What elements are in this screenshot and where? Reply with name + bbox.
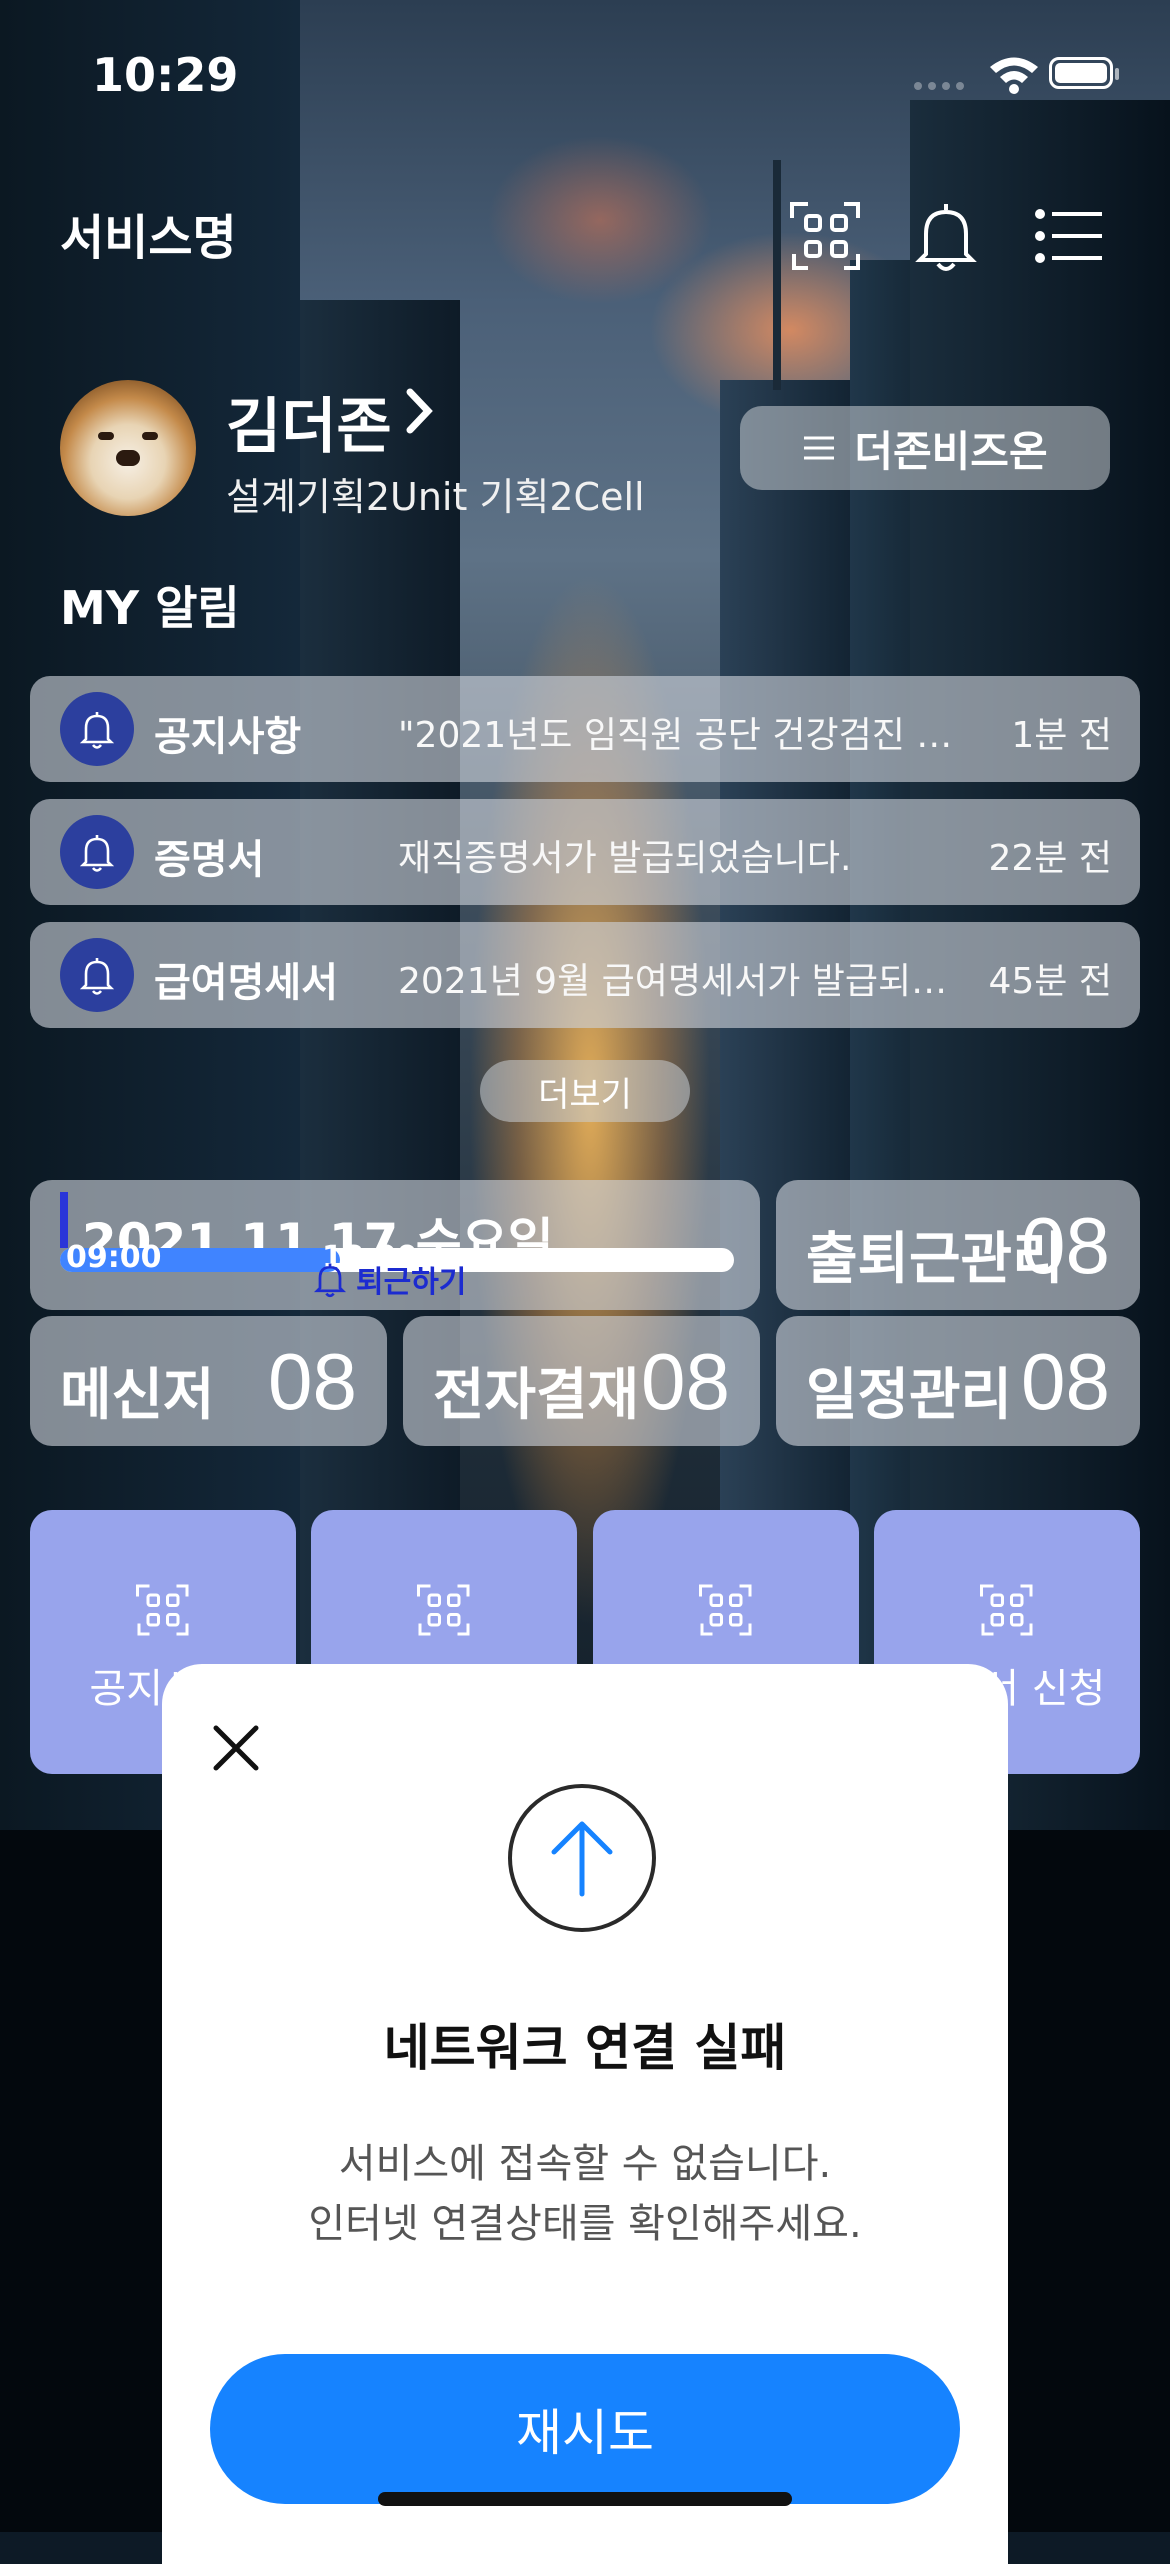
network-error-modal: 네트워크 연결 실패 서비스에 접속할 수 없습니다. 인터넷 연결상태를 확인… bbox=[162, 1664, 1008, 2564]
alarm-time: 45분 전 bbox=[988, 961, 1113, 1002]
tile-label: 메신저 bbox=[60, 1363, 215, 1428]
user-department: 설계기획2Unit 기획2Cell bbox=[226, 475, 645, 519]
retry-button[interactable]: 재시도 bbox=[210, 2354, 960, 2504]
chevron-right-icon[interactable] bbox=[402, 386, 436, 436]
my-alarm-title: MY 알림 bbox=[60, 581, 240, 635]
alarm-item[interactable]: 증명서 재직증명서가 발급되었습니다. 22분 전 bbox=[30, 799, 1140, 905]
modal-title: 네트워크 연결 실패 bbox=[383, 2019, 787, 2077]
bell-icon bbox=[313, 1263, 347, 1298]
qr-scan-icon[interactable] bbox=[786, 196, 866, 276]
alarm-category: 급여명세서 bbox=[154, 960, 338, 1006]
alarm-time: 22분 전 bbox=[988, 838, 1113, 879]
more-button[interactable]: 더보기 bbox=[480, 1060, 690, 1122]
avatar-nose bbox=[116, 450, 140, 466]
avatar-eye bbox=[142, 432, 158, 440]
menu-icon bbox=[804, 436, 835, 460]
qr-scan-icon bbox=[417, 1584, 470, 1636]
start-time: 09:00 bbox=[66, 1240, 162, 1275]
building-spire bbox=[773, 160, 781, 390]
qr-scan-icon bbox=[699, 1584, 752, 1636]
attendance-date-tile[interactable]: 2021.11.17 수요일 09:00 18:00 퇴근하기 bbox=[30, 1180, 760, 1310]
alarm-time: 1분 전 bbox=[1011, 715, 1112, 756]
approval-tile[interactable]: 전자결재 08 bbox=[403, 1316, 760, 1446]
tile-label: 전자결재 bbox=[433, 1363, 640, 1428]
alarm-message: 2021년 9월 급여명세서가 발급되었습니... bbox=[398, 961, 978, 1002]
user-name[interactable]: 김더존 bbox=[226, 378, 392, 465]
tile-count: 08 bbox=[641, 1337, 730, 1426]
tile-count: 08 bbox=[1021, 1201, 1110, 1290]
qr-scan-icon bbox=[980, 1584, 1033, 1636]
cellular-signal-icon bbox=[914, 82, 970, 90]
bell-icon bbox=[60, 692, 134, 766]
home-indicator[interactable] bbox=[378, 2492, 792, 2506]
bell-icon[interactable] bbox=[906, 196, 986, 276]
wifi-icon bbox=[990, 57, 1038, 94]
avatar-eye bbox=[98, 432, 114, 440]
biz-company-label: 더존비즈온 bbox=[854, 426, 1048, 476]
status-time: 10:29 bbox=[92, 48, 239, 102]
avatar[interactable] bbox=[60, 380, 196, 516]
tile-count: 08 bbox=[268, 1337, 357, 1426]
tile-count: 08 bbox=[1021, 1337, 1110, 1426]
schedule-tile[interactable]: 일정관리 08 bbox=[776, 1316, 1140, 1446]
alarm-message: 재직증명서가 발급되었습니다. bbox=[398, 838, 852, 879]
alarm-item[interactable]: 급여명세서 2021년 9월 급여명세서가 발급되었습니... 45분 전 bbox=[30, 922, 1140, 1028]
battery-icon bbox=[1049, 57, 1119, 89]
biz-company-button[interactable]: 더존비즈온 bbox=[740, 406, 1110, 490]
messenger-tile[interactable]: 메신저 08 bbox=[30, 1316, 387, 1446]
upload-arrow-icon bbox=[508, 1784, 656, 1932]
alarm-item[interactable]: 공지사항 "2021년도 임직원 공단 건강검진 실시... 1분 전 bbox=[30, 676, 1140, 782]
modal-description: 서비스에 접속할 수 없습니다. 인터넷 연결상태를 확인해주세요. bbox=[308, 2141, 862, 2247]
alarm-message: "2021년도 임직원 공단 건강검진 실시... bbox=[398, 715, 978, 756]
bell-icon bbox=[60, 938, 134, 1012]
checkout-label: 퇴근하기 bbox=[356, 1265, 467, 1300]
attendance-tile[interactable]: 출퇴근관리 08 bbox=[776, 1180, 1140, 1310]
alarm-category: 증명서 bbox=[154, 837, 265, 883]
bell-icon bbox=[60, 815, 134, 889]
alarm-category: 공지사항 bbox=[154, 714, 302, 760]
checkout-button[interactable]: 퇴근하기 bbox=[310, 1254, 466, 1304]
menu-list-icon[interactable] bbox=[1030, 196, 1110, 276]
qr-scan-icon bbox=[136, 1584, 189, 1636]
close-icon[interactable] bbox=[208, 1720, 264, 1776]
service-name: 서비스명 bbox=[60, 210, 237, 266]
status-bar: 10:29 bbox=[0, 40, 1170, 110]
tile-label: 일정관리 bbox=[806, 1363, 1013, 1428]
